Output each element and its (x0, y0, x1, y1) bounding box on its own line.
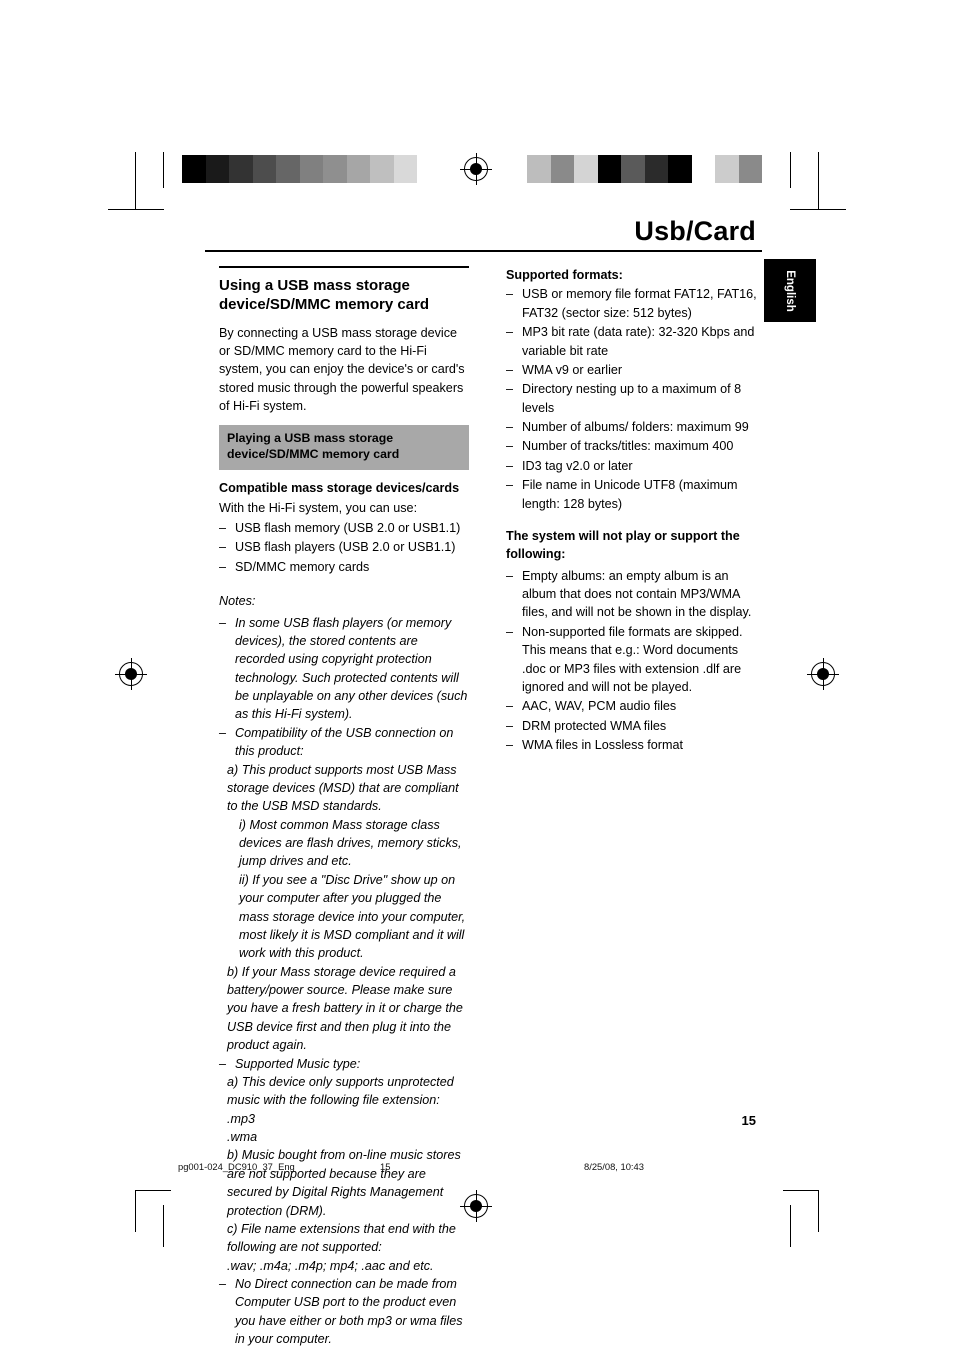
music-type-list: Supported Music type: (219, 1055, 469, 1074)
note-item-b: b) If your Mass storage device required … (227, 964, 463, 1053)
list-item: Empty albums: an empty album is an album… (506, 567, 762, 622)
section-heading-usb-mass-storage: Using a USB mass storage device/SD/MMC m… (219, 266, 469, 315)
list-item: WMA files in Lossless format (506, 736, 762, 755)
list-item: USB or memory file format FAT12, FAT16, … (506, 285, 762, 322)
list-item: AAC, WAV, PCM audio files (506, 697, 762, 716)
list-item: USB flash memory (USB 2.0 or USB1.1) (219, 519, 469, 538)
list-item: MP3 bit rate (data rate): 32-320 Kbps an… (506, 323, 762, 360)
notes-block: Notes: In some USB flash players (or mem… (219, 592, 469, 1348)
music-type-unsupported-ext: .wav; .m4a; .m4p; mp4; .aac and etc. (227, 1258, 434, 1273)
notes-label: Notes: (219, 594, 256, 609)
list-item: Compatibility of the USB connection on t… (219, 724, 469, 761)
left-column: Using a USB mass storage device/SD/MMC m… (219, 266, 469, 1349)
notes-list: In some USB flash players (or memory dev… (219, 614, 469, 761)
list-item: Number of albums/ folders: maximum 99 (506, 418, 762, 437)
list-item: ID3 tag v2.0 or later (506, 457, 762, 476)
heading-supported-formats: Supported formats: (506, 268, 623, 282)
list-item: In some USB flash players (or memory dev… (219, 614, 469, 724)
list-item: SD/MMC memory cards (219, 558, 469, 577)
list-item: File name in Unicode UTF8 (maximum lengt… (506, 476, 762, 513)
title-divider (205, 250, 762, 252)
supported-formats-list: USB or memory file format FAT12, FAT16, … (506, 285, 762, 513)
list-item: No Direct connection can be made from Co… (219, 1275, 469, 1349)
list-item: USB flash players (USB 2.0 or USB1.1) (219, 538, 469, 557)
note-item-a: a) This product supports most USB Mass s… (227, 762, 459, 814)
not-supported-list: Empty albums: an empty album is an album… (506, 567, 762, 755)
page-title: Usb/Card (634, 216, 756, 246)
manual-page: Usb/Card English Using a USB mass storag… (0, 0, 954, 1351)
compatible-intro: With the Hi-Fi system, you can use: (219, 500, 418, 515)
footer-filename: pg001-024_DC910_37_Eng (178, 1161, 295, 1172)
compatible-devices-list: USB flash memory (USB 2.0 or USB1.1) USB… (219, 519, 469, 577)
note-item-a-ii: ii) If you see a "Disc Drive" show up on… (239, 872, 466, 961)
heading-compatible-devices: Compatible mass storage devices/cards (219, 481, 460, 496)
list-item: WMA v9 or earlier (506, 361, 762, 380)
music-type-item-c: c) File name extensions that end with th… (227, 1221, 456, 1255)
music-type-ext-wma: .wma (227, 1130, 258, 1145)
language-tab: English (764, 259, 816, 322)
right-column: Supported formats: USB or memory file fo… (506, 266, 762, 755)
music-type-ext-mp3: .mp3 (227, 1111, 255, 1126)
list-item: Directory nesting up to a maximum of 8 l… (506, 380, 762, 417)
language-tab-label: English (784, 269, 796, 312)
music-type-item-a: a) This device only supports unprotected… (227, 1074, 454, 1108)
list-item: Non-supported file formats are skipped. … (506, 623, 762, 697)
footer-timestamp: 8/25/08, 10:43 (584, 1161, 644, 1172)
footer-page-number: 15 (380, 1161, 391, 1172)
list-item: Supported Music type: (219, 1055, 469, 1074)
list-item: DRM protected WMA files (506, 717, 762, 736)
page-number: 15 (741, 1113, 756, 1128)
intro-paragraph: By connecting a USB mass storage device … (219, 325, 465, 414)
note-item-a-i: i) Most common Mass storage class device… (239, 817, 462, 869)
music-type-item-b: b) Music bought from on-line music store… (227, 1148, 461, 1218)
last-note-list: No Direct connection can be made from Co… (219, 1275, 469, 1349)
list-item: Number of tracks/titles: maximum 400 (506, 437, 762, 456)
heading-not-supported: The system will not play or support the … (506, 528, 740, 562)
subsection-banner-playing-usb: Playing a USB mass storage device/SD/MMC… (219, 425, 469, 471)
